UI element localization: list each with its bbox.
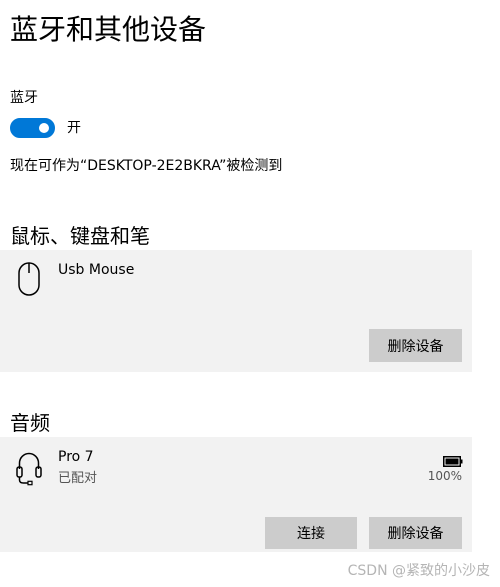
page-title: 蓝牙和其他设备 (10, 13, 207, 46)
battery-fill (445, 458, 459, 465)
watermark: CSDN @紧致的小沙皮 (347, 563, 490, 579)
device-card-usb-mouse[interactable]: Usb Mouse 删除设备 (0, 250, 472, 372)
connect-button[interactable]: 连接 (265, 517, 357, 549)
bluetooth-toggle[interactable] (10, 118, 55, 138)
device-name: Pro 7 (58, 449, 94, 465)
toggle-knob (39, 123, 49, 133)
mouse-section-heading: 鼠标、键盘和笔 (10, 224, 150, 248)
device-card-pro-7[interactable]: Pro 7 已配对 100% 连接 删除设备 (0, 437, 472, 552)
bluetooth-toggle-state: 开 (67, 120, 81, 136)
audio-section-heading: 音频 (10, 411, 50, 435)
mouse-icon (18, 262, 40, 300)
remove-device-button[interactable]: 删除设备 (369, 329, 462, 362)
device-name: Usb Mouse (58, 262, 135, 278)
bluetooth-label: 蓝牙 (10, 90, 38, 106)
headset-icon (16, 450, 42, 490)
battery-percentage: 100% (427, 469, 462, 483)
discoverable-status: 现在可作为“DESKTOP-2E2BKRA”被检测到 (10, 158, 283, 174)
pairing-status: 已配对 (58, 471, 98, 486)
remove-device-button[interactable]: 删除设备 (369, 517, 462, 549)
